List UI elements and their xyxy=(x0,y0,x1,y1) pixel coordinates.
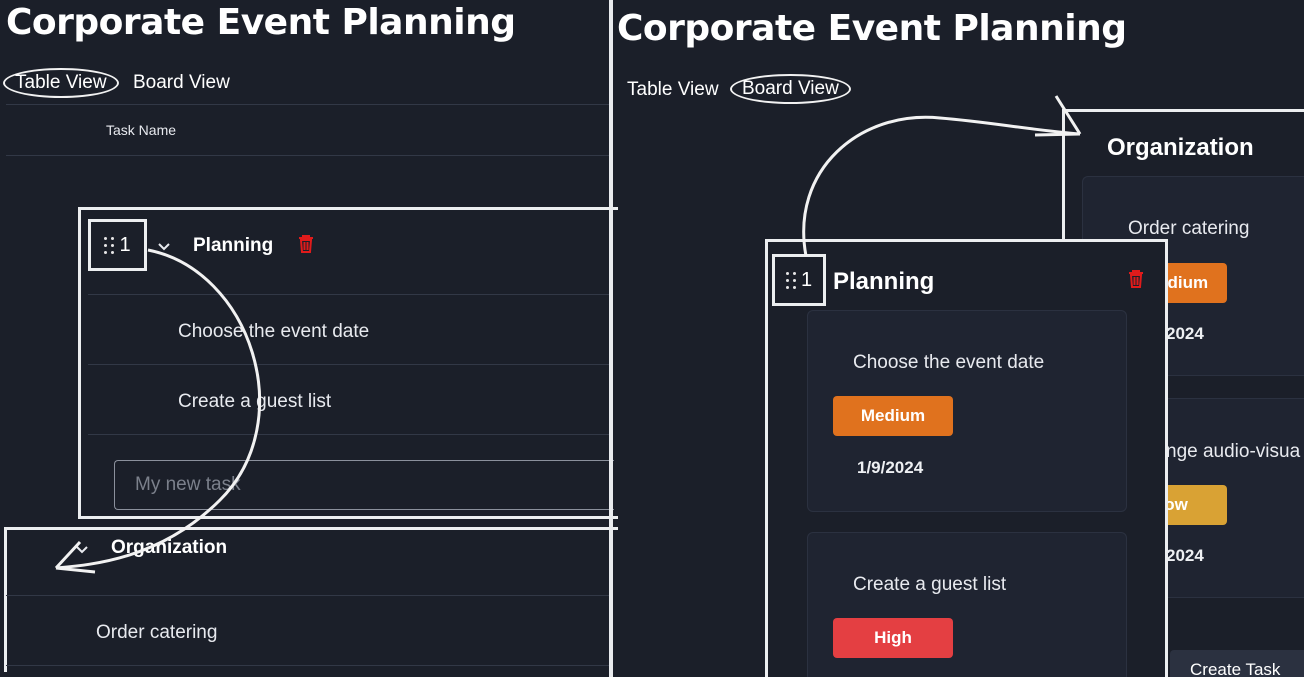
divider xyxy=(6,155,609,156)
drag-handle-icon xyxy=(785,271,797,289)
card-date: 2024 xyxy=(1166,324,1204,343)
card-title: Create a guest list xyxy=(853,574,1007,595)
drag-handle-icon xyxy=(104,236,115,254)
tab-table-view[interactable]: Table View xyxy=(627,79,719,101)
create-task-button[interactable]: Create Task xyxy=(1170,650,1304,677)
tab-board-view[interactable]: Board View xyxy=(730,74,851,104)
page-title: Corporate Event Planning xyxy=(6,2,516,43)
group-title-planning: Planning xyxy=(193,235,274,256)
panel-divider xyxy=(609,0,613,677)
divider xyxy=(88,294,609,295)
tab-board-view[interactable]: Board View xyxy=(133,72,230,94)
card-date: 2024 xyxy=(1166,546,1204,565)
card-date: 1/9/2024 xyxy=(857,458,924,477)
drag-handle[interactable]: 1 xyxy=(88,219,147,271)
page-title: Corporate Event Planning xyxy=(617,8,1127,49)
column-title-organization: Organization xyxy=(1107,134,1254,161)
column-index: 1 xyxy=(800,268,813,291)
trash-icon[interactable] xyxy=(298,235,314,258)
divider xyxy=(88,364,609,365)
divider xyxy=(88,434,609,435)
chevron-down-icon[interactable] xyxy=(158,238,170,256)
organization-group-frame xyxy=(4,527,618,672)
priority-badge: High xyxy=(833,618,953,658)
trash-icon[interactable] xyxy=(1128,270,1144,293)
column-title-planning: Planning xyxy=(833,268,935,295)
divider xyxy=(6,665,609,666)
priority-badge: Medium xyxy=(833,396,953,436)
new-task-input[interactable]: My new task xyxy=(114,460,614,510)
group-index: 1 xyxy=(119,233,131,256)
card-title: nge audio-visua xyxy=(1166,441,1301,462)
drag-handle[interactable]: 1 xyxy=(772,254,826,306)
tab-table-view[interactable]: Table View xyxy=(3,68,119,98)
group-title-organization: Organization xyxy=(111,537,228,558)
card-title: Choose the event date xyxy=(853,352,1045,373)
task-row[interactable]: Create a guest list xyxy=(178,391,331,413)
divider xyxy=(6,595,609,596)
divider xyxy=(6,104,609,105)
chevron-down-icon[interactable] xyxy=(76,541,88,559)
task-row[interactable]: Order catering xyxy=(96,622,217,644)
card-title: Order catering xyxy=(1128,218,1250,239)
task-row[interactable]: Choose the event date xyxy=(178,321,369,343)
column-header-task-name: Task Name xyxy=(106,122,177,138)
create-task-label: Create Task xyxy=(1190,660,1281,677)
